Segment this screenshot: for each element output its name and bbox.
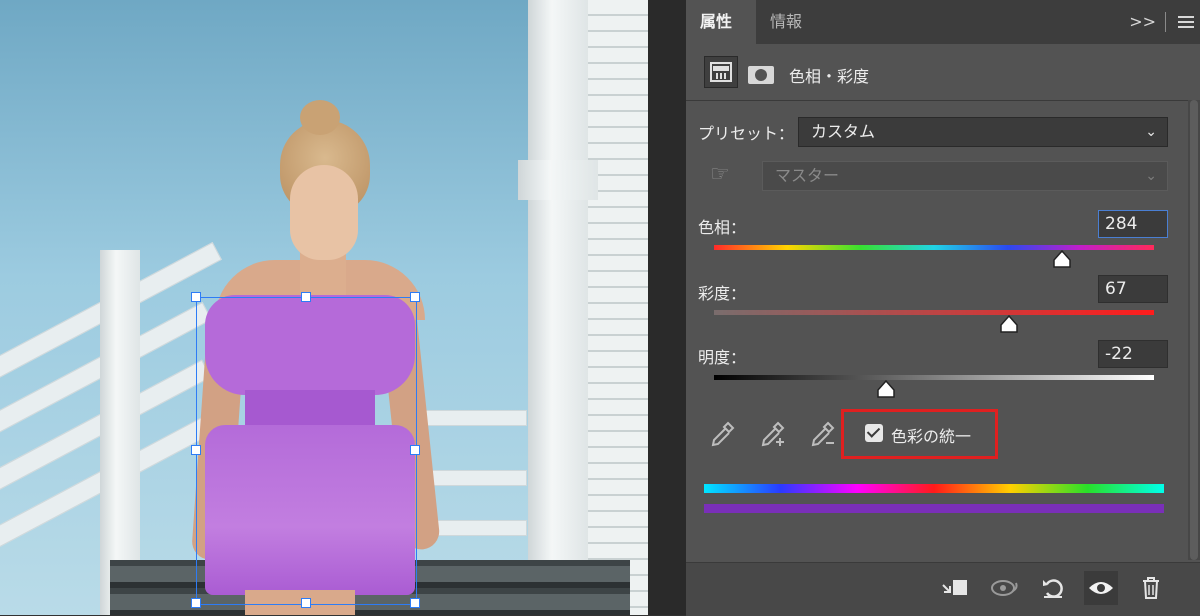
preset-label: プリセット：	[698, 124, 795, 143]
workspace-gutter	[648, 0, 686, 615]
output-color-bar	[704, 504, 1164, 513]
channel-value: マスター	[775, 166, 840, 185]
hue-slider-track[interactable]	[714, 245, 1154, 250]
trash-icon[interactable]	[1134, 571, 1168, 605]
lightness-slider-track[interactable]	[714, 375, 1154, 380]
reset-icon[interactable]	[1036, 571, 1070, 605]
adjustment-header: 色相・彩度	[686, 44, 1200, 100]
image-canvas[interactable]	[0, 0, 648, 615]
clip-to-layer-icon[interactable]	[938, 571, 972, 605]
properties-panel: 属性 情報 >> 色相・彩度 プリセット： カスタム ⌄ ☞ マスター ⌄ 色相…	[686, 0, 1200, 616]
tab-info[interactable]: 情報	[756, 0, 826, 44]
transform-handle-bl[interactable]	[191, 598, 201, 608]
hue-value-field[interactable]: 284	[1098, 210, 1168, 238]
panel-scrollbar-thumb[interactable]	[1190, 100, 1198, 560]
saturation-slider-track[interactable]	[714, 310, 1154, 315]
transform-handle-ml[interactable]	[191, 445, 201, 455]
porch-column	[528, 0, 588, 615]
porch-railing-right	[415, 410, 527, 426]
targeted-adjustment-hand-icon[interactable]: ☞	[710, 162, 730, 187]
lightness-value-field[interactable]: -22	[1098, 340, 1168, 368]
saturation-value-field[interactable]: 67	[1098, 275, 1168, 303]
transform-handle-mr[interactable]	[410, 445, 420, 455]
hue-label: 色相：	[698, 218, 747, 237]
layer-mask-icon[interactable]	[748, 66, 774, 84]
transform-selection-box[interactable]	[196, 297, 417, 605]
tab-properties[interactable]: 属性	[686, 0, 756, 44]
hue-saturation-adjustment-icon[interactable]	[704, 56, 738, 88]
eyedropper-icon[interactable]	[708, 420, 736, 448]
view-previous-icon[interactable]	[988, 571, 1022, 605]
preset-dropdown[interactable]: カスタム ⌄	[798, 117, 1168, 147]
adjustment-title: 色相・彩度	[789, 67, 870, 86]
preset-value: カスタム	[811, 122, 876, 141]
eyedropper-subtract-icon[interactable]	[808, 420, 836, 448]
header-divider	[686, 100, 1200, 101]
saturation-label: 彩度：	[698, 284, 747, 303]
panel-menu-icon[interactable]	[1178, 16, 1194, 28]
transform-handle-tc[interactable]	[301, 292, 311, 302]
lightness-label: 明度：	[698, 348, 747, 367]
channel-dropdown[interactable]: マスター ⌄	[762, 161, 1168, 191]
model-hair-bun	[300, 100, 340, 135]
eyedropper-add-icon[interactable]	[758, 420, 786, 448]
transform-handle-tl[interactable]	[191, 292, 201, 302]
model-face	[290, 165, 358, 260]
chevron-down-icon: ⌄	[1145, 168, 1157, 184]
panel-bottom-toolbar	[686, 562, 1200, 616]
input-color-spectrum	[704, 484, 1164, 493]
transform-handle-tr[interactable]	[410, 292, 420, 302]
tab-bar-separator	[1165, 12, 1166, 32]
transform-handle-br[interactable]	[410, 598, 420, 608]
transform-handle-bc[interactable]	[301, 598, 311, 608]
collapse-panel-icon[interactable]: >>	[1129, 12, 1156, 31]
colorize-checkbox[interactable]	[865, 424, 883, 442]
panel-tab-bar: 属性 情報 >>	[686, 0, 1200, 44]
chevron-down-icon: ⌄	[1145, 124, 1157, 140]
column-cap	[518, 160, 598, 200]
panel-scrollbar[interactable]	[1188, 100, 1200, 560]
visibility-eye-icon[interactable]	[1084, 571, 1118, 605]
colorize-label: 色彩の統一	[891, 427, 972, 446]
